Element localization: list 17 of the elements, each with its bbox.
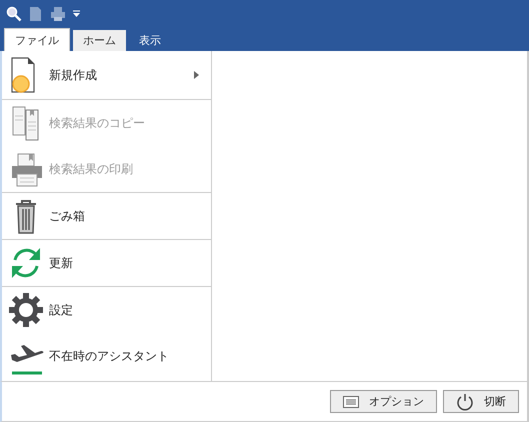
list-icon (343, 396, 359, 408)
dropdown-icon[interactable] (72, 10, 81, 18)
menu-item[interactable]: 更新 (2, 240, 211, 287)
printer-icon[interactable] (50, 6, 66, 22)
ribbon-tab[interactable]: ファイル (4, 28, 70, 51)
settings-icon (6, 291, 46, 329)
options-button[interactable]: オプション (330, 390, 437, 413)
menu-item[interactable]: 不在時のアシスタント (2, 333, 211, 379)
power-icon (456, 392, 474, 410)
document-icon[interactable] (28, 6, 44, 22)
search-icon[interactable] (6, 6, 22, 22)
menu-item[interactable]: ごみ箱 (2, 193, 211, 240)
menu-item[interactable]: 設定 (2, 287, 211, 333)
menu-item[interactable]: 新規作成 (2, 51, 211, 100)
ribbon-tab[interactable]: ホーム (73, 30, 126, 51)
disconnect-button[interactable]: 切断 (443, 390, 519, 413)
ribbon-tab[interactable]: 表示 (129, 30, 171, 51)
